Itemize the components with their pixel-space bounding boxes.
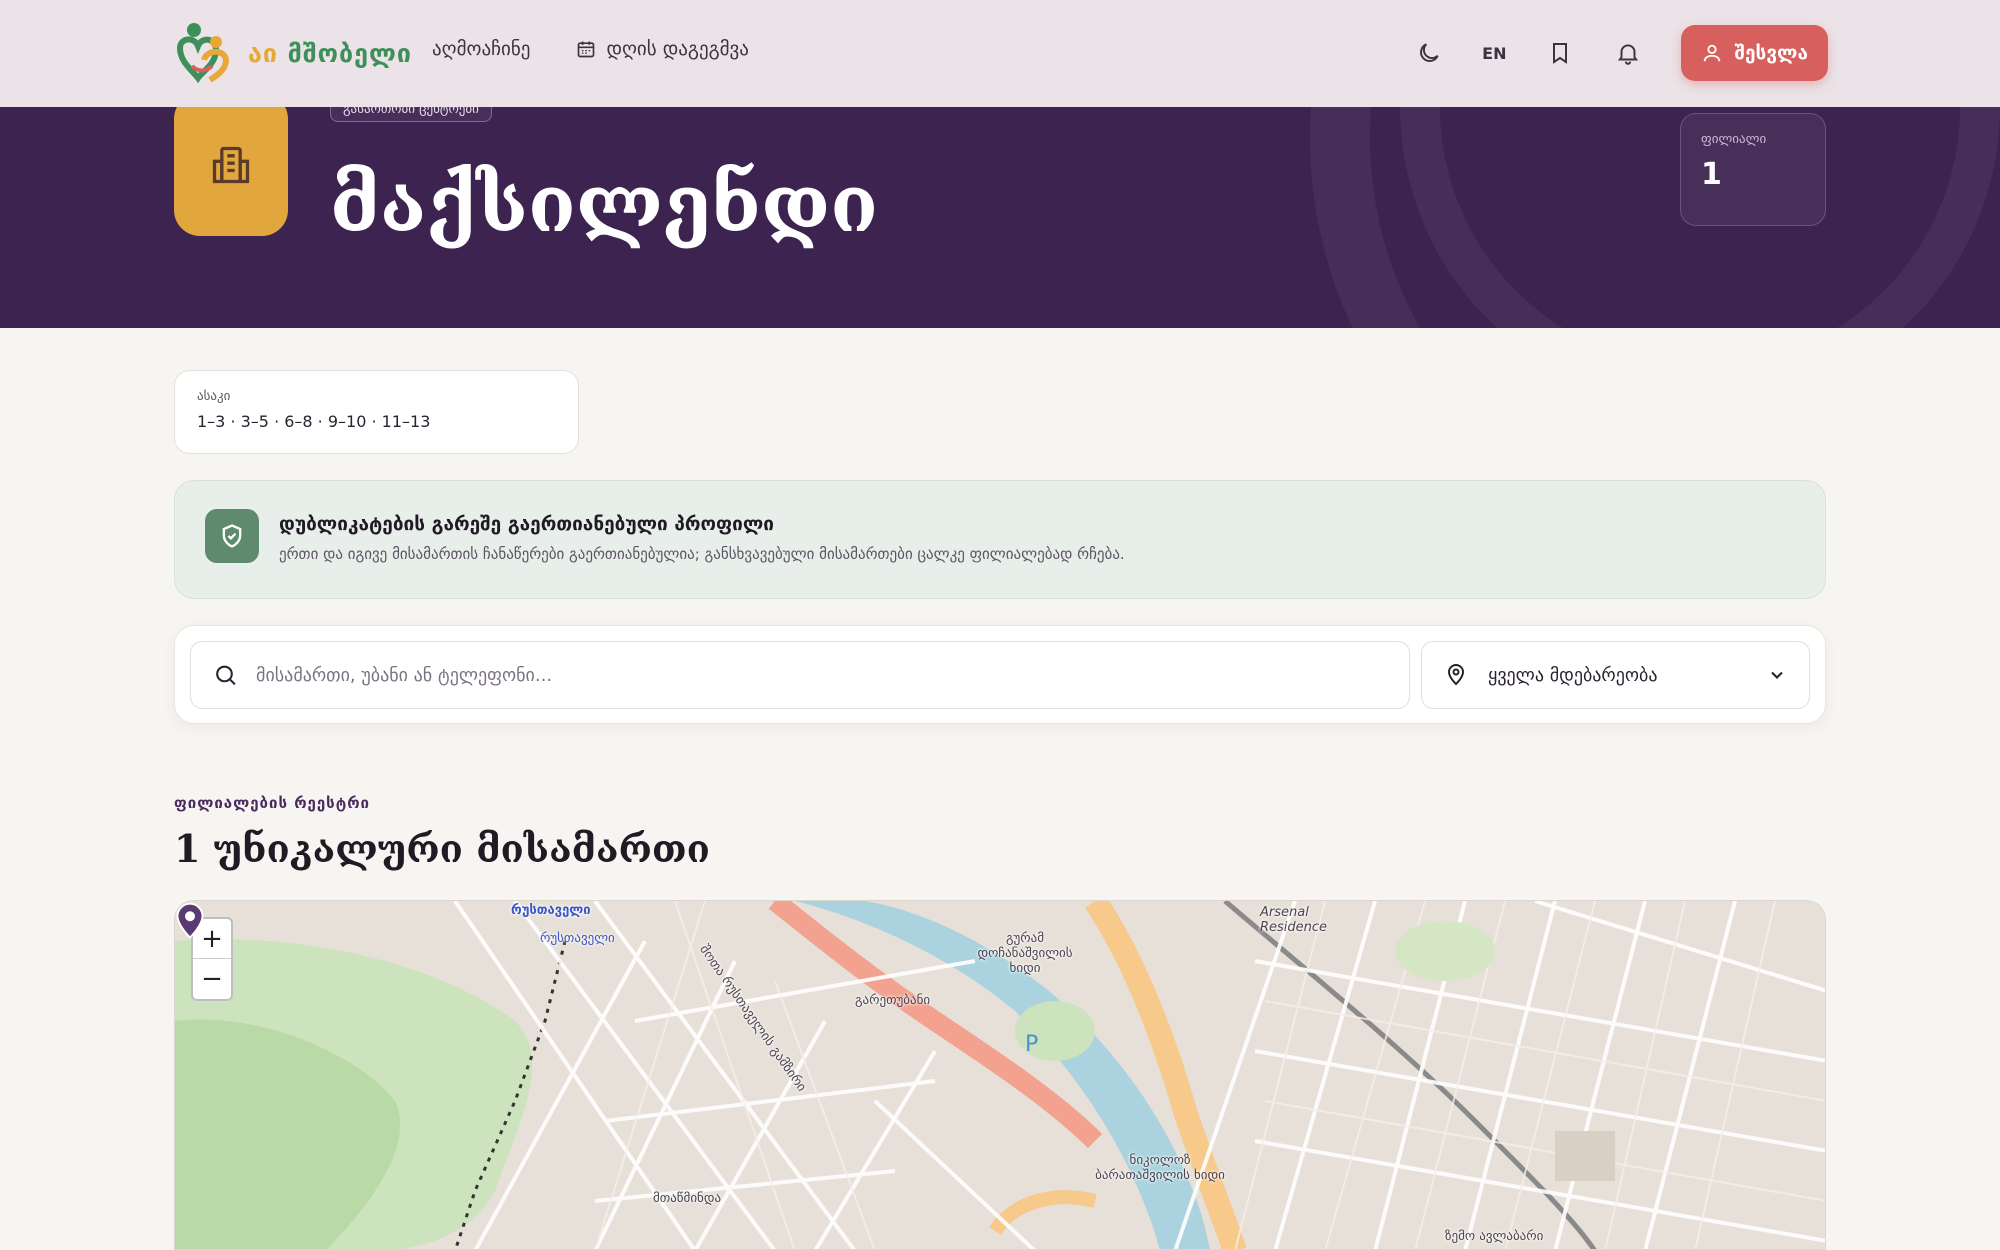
merged-profile-notice: დუბლიკატების გარეშე გაერთიანებული პროფილ… — [174, 480, 1826, 599]
bookmarks-button[interactable] — [1545, 38, 1575, 68]
bookmark-icon — [1552, 43, 1567, 64]
branch-count-value: 1 — [1701, 157, 1722, 192]
location-dropdown[interactable]: ყველა მდებარეობა — [1421, 641, 1810, 709]
branch-search-panel: ყველა მდებარეობა — [174, 625, 1826, 724]
dark-mode-toggle[interactable] — [1414, 38, 1444, 68]
svg-text:P: P — [1025, 1032, 1038, 1057]
zoom-out-button[interactable]: − — [193, 959, 231, 999]
top-navigation-bar: აი მშობელი აღმოაჩინე დღის დაგეგმვა EN შე… — [0, 0, 2000, 107]
bell-icon — [1617, 44, 1638, 65]
logo-text-a: აი — [248, 38, 288, 68]
building-icon — [212, 146, 250, 183]
venue-hero: გასართობი ცენტრები მაქსილენდი ფილიალი 1 — [0, 107, 2000, 328]
logo-text: აი მშობელი — [248, 39, 412, 68]
venue-category-icon — [174, 107, 288, 236]
nav-discover-label: აღმოაჩინე — [432, 38, 531, 60]
map-label-district: მთაწმინდა — [653, 1191, 722, 1206]
map-label-district: გარეთუბანი — [855, 993, 931, 1008]
language-switch[interactable]: EN — [1482, 44, 1506, 63]
notice-text: დუბლიკატების გარეშე გაერთიანებული პროფილ… — [279, 509, 1125, 570]
map-label-district: Arsenal Residence — [1260, 905, 1328, 935]
search-icon — [216, 665, 236, 686]
branch-count-card: ფილიალი 1 — [1680, 113, 1826, 226]
map-label-bridge: ნიკოლოზ ბარათაშვილის ხიდი — [1095, 1153, 1225, 1183]
age-range-label: ასაკი — [197, 389, 231, 404]
login-button[interactable]: შესვლა — [1680, 25, 1828, 81]
moon-icon — [1420, 43, 1439, 62]
branch-map-marker[interactable] — [175, 901, 205, 939]
notifications-button[interactable] — [1613, 38, 1643, 68]
map-label-bridge: გურამ დოჩანაშვილის ხიდი — [977, 931, 1073, 976]
notice-title: დუბლიკატების გარეშე გაერთიანებული პროფილ… — [279, 513, 774, 535]
registry-section-label: ფილიალების რეესტრი — [174, 794, 371, 812]
user-icon — [1703, 44, 1720, 62]
map-label-metro: რუსთაველი — [540, 931, 615, 946]
login-button-label: შესვლა — [1734, 42, 1809, 64]
search-input[interactable] — [256, 664, 1387, 686]
calendar-icon — [578, 41, 595, 58]
age-range-card: ასაკი 1–3 · 3–5 · 6–8 · 9–10 · 11–13 — [174, 370, 579, 454]
site-logo[interactable]: აი მშობელი — [172, 20, 412, 86]
age-range-value: 1–3 · 3–5 · 6–8 · 9–10 · 11–13 — [197, 412, 431, 431]
map-label-metro: რუსთაველი — [511, 903, 591, 918]
notice-description: ერთი და იგივე მისამართის ჩანაწერები გაერ… — [279, 545, 1125, 563]
nav-day-planning[interactable]: დღის დაგეგმვა — [576, 38, 749, 60]
registry-section-title: 1 უნიკალური მისამართი — [174, 826, 710, 871]
venue-category-badge[interactable]: გასართობი ცენტრები — [330, 107, 492, 122]
main-nav: აღმოაჩინე დღის დაგეგმვა — [432, 38, 749, 60]
map-pin-icon — [1447, 664, 1465, 686]
chevron-down-icon — [1771, 671, 1783, 679]
nav-discover[interactable]: აღმოაჩინე — [432, 38, 530, 60]
map-label-district: ზემო ავლაბარი — [1445, 1229, 1544, 1244]
logo-icon — [176, 23, 230, 84]
branch-count-label: ფილიალი — [1701, 132, 1767, 147]
logo-text-b: მშობელი — [287, 38, 412, 68]
shield-check-icon — [205, 509, 259, 563]
location-dropdown-value: ყველა მდებარეობა — [1488, 664, 1658, 686]
nav-day-planning-label: დღის დაგეგმვა — [606, 38, 749, 60]
branches-map[interactable]: P + − რუსთაველი რუსთაველი Arsenal Reside… — [174, 900, 1826, 1250]
header-actions: EN შესვლა — [1414, 25, 1828, 81]
venue-title: მაქსილენდი — [330, 159, 879, 250]
search-field[interactable] — [190, 641, 1410, 709]
